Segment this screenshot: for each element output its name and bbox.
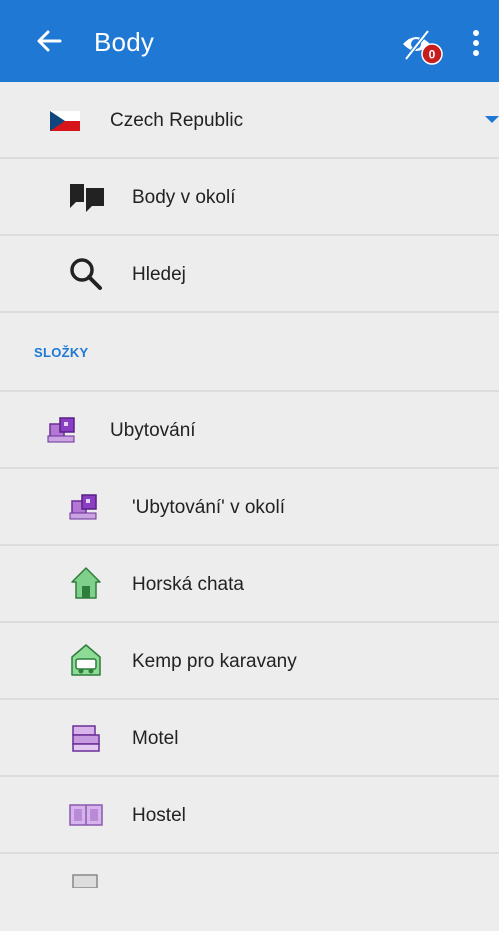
accommodation-icon xyxy=(69,494,97,520)
motel-icon xyxy=(72,725,100,752)
back-arrow-icon[interactable] xyxy=(34,24,64,58)
list-item-label: Kemp pro karavany xyxy=(132,651,297,672)
search-icon xyxy=(70,258,102,290)
list-item-partial[interactable] xyxy=(0,854,499,931)
list-item-folder[interactable]: Ubytování xyxy=(0,392,499,469)
page-title: Body xyxy=(94,27,155,57)
list-item-nearby[interactable]: Body v okolí xyxy=(0,159,499,236)
list-item-label: Motel xyxy=(132,728,179,749)
list-item-label: Ubytování xyxy=(110,420,196,441)
list-item-label: Hostel xyxy=(132,805,186,826)
list-item[interactable]: 'Ubytování' v okolí xyxy=(0,469,499,546)
hostel-icon xyxy=(69,804,103,826)
folder-icon xyxy=(72,874,98,888)
caravan-camp-icon xyxy=(71,644,101,676)
list-item[interactable]: Motel xyxy=(0,700,499,777)
nearby-points-icon xyxy=(70,184,104,212)
more-options-icon[interactable] xyxy=(468,27,484,59)
mountain-hut-icon xyxy=(71,567,101,599)
app-bar: Body 0 xyxy=(0,0,499,82)
country-selector[interactable]: Czech Republic xyxy=(0,82,499,159)
list-item[interactable]: Hostel xyxy=(0,777,499,854)
accommodation-icon xyxy=(47,417,75,443)
list-item[interactable]: Kemp pro karavany xyxy=(0,623,499,700)
section-title: SLOŽKY xyxy=(34,345,89,360)
dropdown-arrow-icon[interactable] xyxy=(485,116,499,123)
list-item-search[interactable]: Hledej xyxy=(0,236,499,313)
folders-section-header: SLOŽKY xyxy=(0,313,499,392)
badge-count: 0 xyxy=(429,48,436,62)
nearby-label: Body v okolí xyxy=(132,187,236,208)
list-item-label: 'Ubytování' v okolí xyxy=(132,497,285,518)
search-label: Hledej xyxy=(132,264,186,285)
points-list: Czech Republic Body v okolí Hledej SLOŽK… xyxy=(0,82,499,931)
country-label: Czech Republic xyxy=(110,110,244,131)
list-item[interactable]: Horská chata xyxy=(0,546,499,623)
czech-flag-icon xyxy=(50,111,80,131)
list-item-label: Horská chata xyxy=(132,574,244,595)
hidden-points-icon[interactable]: 0 xyxy=(400,26,444,66)
